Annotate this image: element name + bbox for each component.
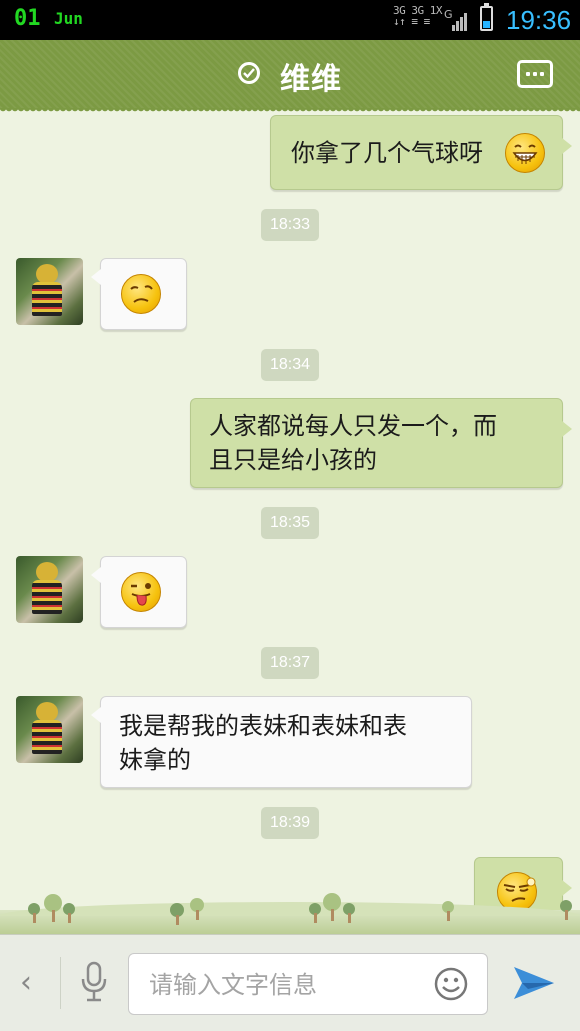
message-timestamp: 18:34 xyxy=(261,349,319,381)
message-timestamp: 18:39 xyxy=(261,807,319,839)
tongue-wink-emoji-icon xyxy=(121,572,161,612)
status-date-day: 01 xyxy=(14,6,41,31)
message-timestamp: 18:33 xyxy=(261,209,319,241)
message-text: 你拿了几个气球呀 xyxy=(291,139,483,167)
message-bubble-in[interactable]: 我是帮我的表妹和表妹和表 妹拿的 xyxy=(91,696,472,788)
status-bar: 01 Jun 3G 3G 1X ↓↑ ≡ ≡ G 19:36 xyxy=(0,0,580,40)
awkward-emoji-icon xyxy=(121,274,161,314)
message-bubble-out[interactable]: 你拿了几个气球呀 xyxy=(270,115,572,190)
message-bubble-in[interactable] xyxy=(91,258,187,330)
signal-icon xyxy=(452,11,470,31)
status-date-month: Jun xyxy=(54,9,83,28)
background-scenery xyxy=(0,902,580,936)
emoji-picker-button[interactable] xyxy=(434,967,468,1001)
message-timestamp: 18:37 xyxy=(261,647,319,679)
contact-avatar[interactable] xyxy=(16,258,83,325)
microphone-icon xyxy=(81,961,107,1002)
status-clock: 19:36 xyxy=(506,5,572,35)
more-options-button[interactable] xyxy=(517,60,553,88)
battery-icon xyxy=(480,3,493,31)
message-text-line: 我是帮我的表妹和表妹和表 xyxy=(119,712,407,740)
message-input[interactable] xyxy=(147,966,421,1004)
more-dots-icon xyxy=(526,72,530,76)
chevron-left-icon[interactable]: ‹ xyxy=(20,965,32,1000)
smiley-icon xyxy=(434,967,468,1001)
voice-input-button[interactable] xyxy=(80,961,108,1003)
message-bubble-in[interactable] xyxy=(91,556,187,628)
contact-name-title: 维维 xyxy=(280,62,342,97)
grin-emoji-icon xyxy=(505,133,545,173)
send-icon xyxy=(514,967,554,999)
message-text-line: 妹拿的 xyxy=(119,746,191,774)
contact-avatar[interactable] xyxy=(16,556,83,623)
message-text-line: 人家都说每人只发一个，而 xyxy=(209,412,497,440)
message-bubble-out[interactable]: 人家都说每人只发一个，而 且只是给小孩的 xyxy=(190,398,572,488)
message-list[interactable]: 你拿了几个气球呀 18:33 18:34 人家都说每人只发一个，而 且只是给小孩… xyxy=(0,108,580,934)
check-circle-icon xyxy=(238,62,260,84)
chat-screen: 01 Jun 3G 3G 1X ↓↑ ≡ ≡ G 19:36 维维 你拿了几个气… xyxy=(0,0,580,1031)
message-timestamp: 18:35 xyxy=(261,507,319,539)
network-activity-label: ↓↑ ≡ ≡ xyxy=(393,15,430,28)
chat-header: 维维 xyxy=(0,40,580,114)
message-text-field[interactable] xyxy=(128,953,488,1015)
send-button[interactable] xyxy=(512,963,556,1003)
network-indicator: 3G 3G 1X ↓↑ ≡ ≡ xyxy=(393,5,442,27)
input-divider xyxy=(60,957,61,1009)
message-text-line: 且只是给小孩的 xyxy=(209,446,377,474)
message-input-bar: ‹ xyxy=(0,934,580,1031)
contact-avatar[interactable] xyxy=(16,696,83,763)
